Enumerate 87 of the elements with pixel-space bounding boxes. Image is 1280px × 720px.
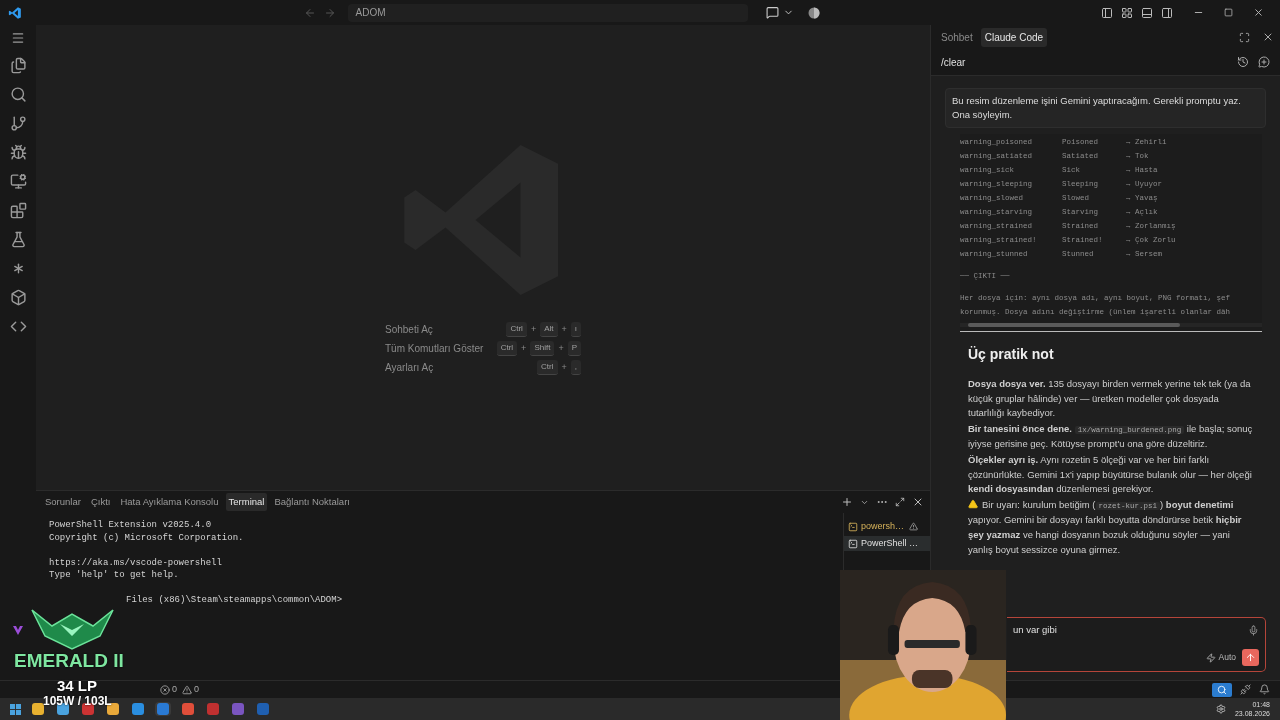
terminal-icon xyxy=(848,538,858,549)
keyboard-key: P xyxy=(567,341,581,356)
send-button[interactable] xyxy=(1242,649,1259,666)
close-icon[interactable] xyxy=(1253,7,1264,18)
new-terminal-icon[interactable] xyxy=(841,496,853,508)
input-text: un var gibi xyxy=(1013,623,1057,637)
terminal-session[interactable]: powersh… xyxy=(844,519,930,534)
flask-icon[interactable] xyxy=(9,231,27,248)
command-center[interactable]: ADOM xyxy=(347,3,748,22)
warning-icon xyxy=(909,522,919,531)
terminal-line: PowerShell Extension v2025.4.0 xyxy=(49,520,212,530)
close-icon[interactable] xyxy=(1262,31,1274,43)
rank-title: EMERALD II xyxy=(14,651,124,671)
plus-sign: + xyxy=(561,360,567,374)
plus-sign: + xyxy=(530,322,537,336)
remote-explorer-icon[interactable] xyxy=(9,173,27,190)
keyboard-key: ı xyxy=(570,322,581,337)
toggle-panel-icon[interactable] xyxy=(1141,6,1153,19)
terminal-line: Copyright (c) Microsoft Corporation. xyxy=(49,532,244,543)
notification-icon[interactable] xyxy=(1259,684,1270,695)
warning-icon xyxy=(968,499,978,510)
panel-tab[interactable]: Sorunlar xyxy=(42,492,84,512)
zoom-button[interactable] xyxy=(1212,682,1232,697)
plug-icon[interactable] xyxy=(1240,684,1251,695)
app-logo-icon[interactable] xyxy=(8,5,22,20)
debug-icon[interactable] xyxy=(9,144,27,161)
history-icon[interactable] xyxy=(1237,56,1249,68)
terminal-session[interactable]: PowerShell … xyxy=(844,536,930,551)
toggle-secondary-sidebar-icon[interactable] xyxy=(1161,6,1173,19)
keyboard-key: Ctrl xyxy=(537,360,558,375)
chat-tab[interactable]: Sohbet xyxy=(937,27,977,47)
panel-tab[interactable]: Terminal xyxy=(225,492,268,512)
toggle-sidebar-icon[interactable] xyxy=(1101,6,1113,19)
terminal-line: Files (x86)\Steam\steamapps\common\ADOM> xyxy=(126,595,343,605)
panel-tab[interactable]: Hata Ayıklama Konsolu xyxy=(117,492,222,512)
note-paragraph: Ölçekler ayrı iş. Aynı rozetin 5 ölçeği var ve her biri farklı çözünürlükte. Gemini 1x'i yapıp büyütürse bulanık olur — her ölçeği kendi dosyasından düzenlemesi gerekiyor. xyxy=(968,452,1253,497)
search-icon xyxy=(1217,684,1227,695)
user-message: Bu resim düzenleme işini Gemini yaptıracağım. Gerekli promptu yaz. Ona söyleyim. xyxy=(945,88,1266,128)
message-input[interactable]: un var gibi Auto xyxy=(1007,617,1266,672)
chat-icon[interactable] xyxy=(765,6,779,19)
maximize-icon[interactable] xyxy=(1239,31,1250,43)
error-count: 0 xyxy=(172,682,177,696)
maximize-panel-icon[interactable] xyxy=(895,497,905,507)
maximize-icon[interactable] xyxy=(1224,8,1233,17)
terminal-icon xyxy=(848,521,858,532)
account-circle-icon[interactable] xyxy=(807,6,820,19)
source-control-icon[interactable] xyxy=(9,115,27,132)
warning-count: 0 xyxy=(194,682,200,696)
terminal-line: Type 'help' to get help. xyxy=(49,570,179,580)
microphone-icon[interactable] xyxy=(1248,624,1259,636)
notes-heading: Üç pratik not xyxy=(968,345,1055,364)
windows-logo-icon[interactable] xyxy=(10,703,21,715)
shortcut-label: Sohbeti Aç xyxy=(385,323,433,337)
keyboard-key: Ctrl xyxy=(496,341,518,356)
shortcut-label: Tüm Komutları Göster xyxy=(385,342,484,356)
layout-icon[interactable] xyxy=(1121,6,1133,19)
menu-icon[interactable] xyxy=(11,31,25,45)
shortcut-label: Ayarları Aç xyxy=(385,361,434,375)
new-chat-icon[interactable] xyxy=(1258,56,1270,68)
lp-count: 34 LP xyxy=(57,678,98,694)
keyboard-key: Ctrl xyxy=(506,322,527,337)
keyboard-key: Alt xyxy=(540,322,558,337)
panel-tab[interactable]: Bağlantı Noktaları xyxy=(271,492,353,512)
error-icon xyxy=(160,684,170,695)
extensions-icon[interactable] xyxy=(9,202,27,219)
emblem-icon xyxy=(30,606,115,650)
search-icon[interactable] xyxy=(9,86,27,103)
plus-sign: + xyxy=(558,341,564,355)
arrow-up-icon xyxy=(1245,652,1256,663)
warning-icon xyxy=(182,684,192,695)
lightning-icon xyxy=(1205,652,1216,663)
keyboard-key: Shift xyxy=(530,341,555,356)
plus-sign: + xyxy=(561,322,567,336)
box-icon[interactable] xyxy=(9,289,27,306)
terminal-line: https://aka.ms/vscode-powershell xyxy=(49,557,222,568)
panel-tab[interactable]: Çıktı xyxy=(87,492,114,512)
keyboard-key: , xyxy=(570,360,581,375)
mode-selector[interactable]: Auto xyxy=(1205,651,1236,664)
plus-sign: + xyxy=(521,341,527,355)
close-panel-icon[interactable] xyxy=(912,496,924,508)
note-paragraph: Dosya dosya ver. 135 dosyayı birden vermek yerine tek tek (ya da küçük gruplar hâlinde) ver — üretken modeller çok dosyada tutarlılığı kaybediyor. xyxy=(968,377,1252,421)
horizontal-scrollbar[interactable] xyxy=(960,323,1262,327)
settings-icon[interactable] xyxy=(1215,704,1226,714)
win-loss-record: 105W / 103L xyxy=(43,695,112,708)
chat-title: /clear xyxy=(941,55,966,70)
chat-tab[interactable]: Claude Code xyxy=(980,27,1048,47)
files-icon[interactable] xyxy=(9,57,27,74)
